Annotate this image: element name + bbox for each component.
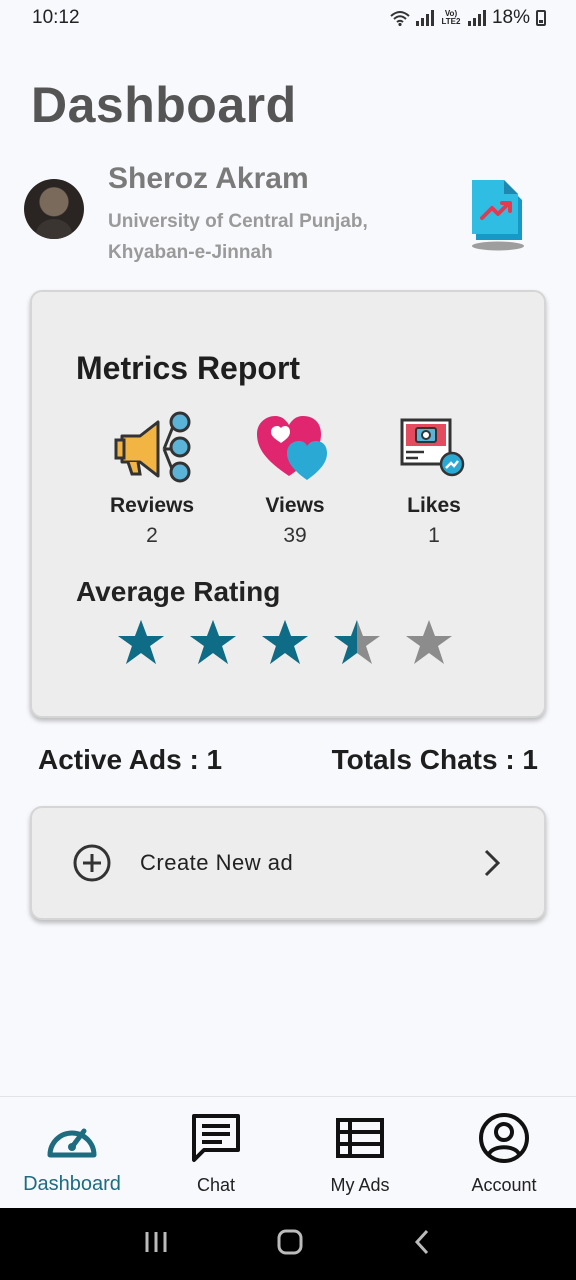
list-icon (336, 1118, 384, 1158)
chat-icon (192, 1114, 240, 1162)
wifi-icon (390, 11, 410, 26)
metric-likes: Likes 1 (364, 410, 504, 548)
star-rating (116, 618, 454, 666)
status-bar: 10:12 Vo) LTE2 18% (0, 0, 576, 36)
metric-value: 2 (146, 524, 158, 547)
speedometer-icon (47, 1128, 97, 1158)
metric-value: 1 (428, 524, 440, 547)
report-chart-icon[interactable] (468, 174, 528, 252)
metric-views: Views 39 (225, 410, 365, 548)
address-line-1: University of Central Punjab, (108, 211, 368, 232)
profile-name: Sheroz Akram (108, 162, 309, 195)
signal-icon (415, 10, 434, 26)
rating-title: Average Rating (76, 576, 281, 607)
status-time: 10:12 (32, 7, 80, 28)
metrics-title: Metrics Report (76, 350, 301, 386)
create-new-ad-button[interactable]: Create New ad (30, 806, 546, 920)
nav-label: Chat (196, 1175, 236, 1195)
star-filled-icon (190, 620, 236, 664)
nav-dashboard[interactable]: Dashboard (0, 1097, 144, 1208)
account-circle-icon (479, 1113, 529, 1163)
star-empty-icon (406, 620, 452, 664)
system-navigation-bar (0, 1208, 576, 1280)
nav-my-ads[interactable]: My Ads (288, 1097, 432, 1208)
metric-reviews: Reviews 2 (82, 410, 222, 548)
bottom-navigation: Dashboard Chat My Ads Account (0, 1096, 576, 1208)
total-chats-count: Totals Chats : 1 (331, 744, 538, 775)
nav-label: Dashboard (23, 1173, 121, 1195)
star-half-icon (334, 620, 380, 664)
add-circle-icon (73, 844, 111, 882)
create-new-ad-label: Create New ad (140, 850, 294, 875)
nav-chat[interactable]: Chat (144, 1097, 288, 1208)
stats-row: Active Ads : 1 Totals Chats : 1 (38, 744, 538, 776)
metric-label: Views (265, 494, 325, 517)
hearts-icon (257, 416, 327, 480)
metric-label: Likes (407, 494, 461, 517)
metric-value: 39 (283, 524, 307, 547)
metrics-card: Metrics Report Reviews 2 Views 39 Likes … (30, 290, 546, 718)
home-icon[interactable] (276, 1228, 304, 1261)
chevron-right-icon (484, 849, 501, 877)
nav-label: Account (471, 1175, 537, 1195)
camera-screen-icon (400, 418, 465, 477)
status-icons: Vo) LTE2 18% (390, 7, 546, 29)
avatar[interactable] (24, 179, 84, 239)
signal-icon-2 (467, 10, 486, 26)
profile-header: Sheroz Akram University of Central Punja… (24, 160, 554, 270)
profile-address: University of Central Punjab, Khyaban-e-… (108, 206, 438, 268)
network-type-label: Vo) LTE2 (441, 9, 461, 26)
address-line-2: Khyaban-e-Jinnah (108, 242, 273, 263)
back-icon[interactable] (411, 1228, 433, 1261)
recent-apps-icon[interactable] (143, 1229, 169, 1260)
active-ads-count: Active Ads : 1 (38, 744, 223, 775)
nav-account[interactable]: Account (432, 1097, 576, 1208)
nav-label: My Ads (330, 1175, 390, 1195)
battery-percent: 18% (491, 7, 530, 28)
page-title: Dashboard (31, 77, 297, 133)
star-filled-icon (262, 620, 308, 664)
metric-label: Reviews (109, 494, 195, 517)
battery-icon (536, 10, 546, 26)
megaphone-icon (114, 411, 191, 483)
star-filled-icon (118, 620, 164, 664)
